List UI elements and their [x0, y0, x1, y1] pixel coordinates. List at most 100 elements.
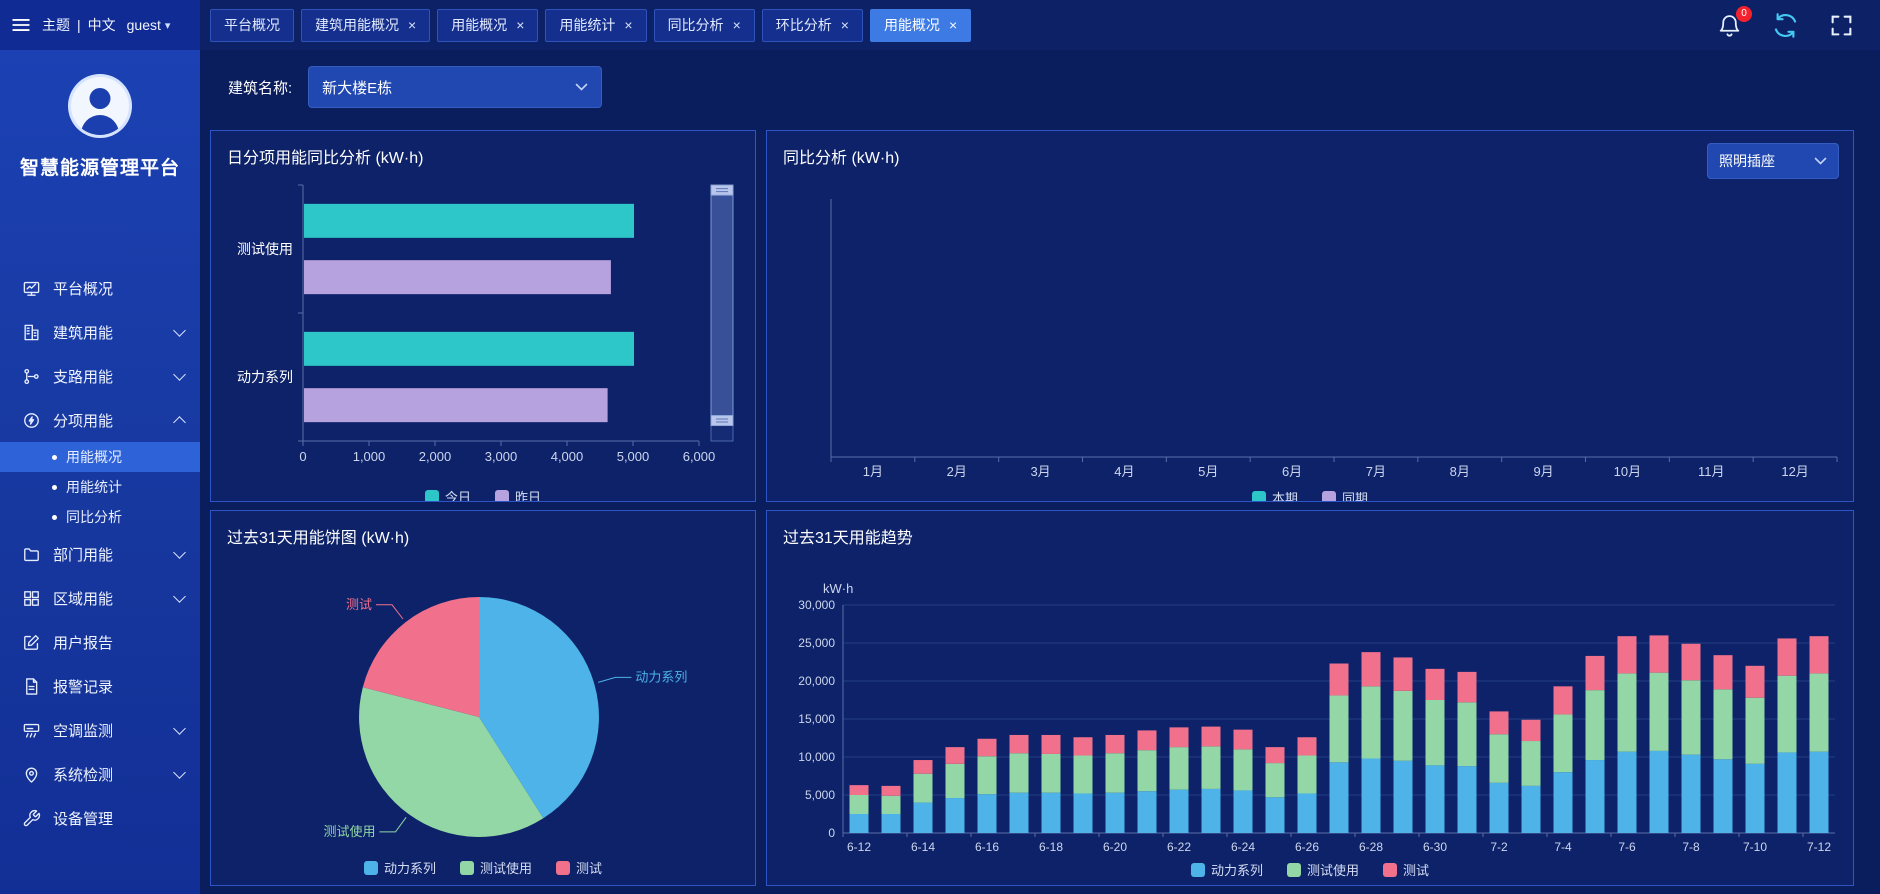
dashboard-grid: 日分项用能同比分析 (kW·h) 01,0002,0003,0004,0005,… [210, 130, 1854, 886]
svg-text:7-6: 7-6 [1618, 840, 1636, 854]
stack-segment-动力系列 [1042, 793, 1061, 833]
sidebar-item-system-detection[interactable]: 系统检测 [0, 752, 200, 796]
tab-label: 平台概况 [224, 15, 280, 35]
sidebar-item-label: 建筑用能 [53, 322, 163, 343]
bullet-icon [52, 455, 57, 460]
department-icon [22, 545, 41, 564]
legend-item[interactable]: 昨日 [495, 487, 541, 502]
stack-segment-测试 [1330, 664, 1349, 696]
svg-text:动力系列: 动力系列 [635, 669, 687, 684]
tab-close-icon[interactable]: × [733, 18, 741, 32]
stack-segment-测试使用 [1138, 750, 1157, 791]
sidebar-item-user-report[interactable]: 用户报告 [0, 620, 200, 664]
pie-svg: 动力系列测试使用测试 [211, 511, 755, 885]
legend-item[interactable]: 测试 [1383, 860, 1429, 879]
sidebar-item-department-energy[interactable]: 部门用能 [0, 532, 200, 576]
stack-segment-动力系列 [1522, 786, 1541, 833]
sidebar-item-label: 用户报告 [53, 632, 184, 653]
svg-text:7-2: 7-2 [1490, 840, 1508, 854]
svg-text:3月: 3月 [1030, 464, 1050, 479]
svg-text:动力系列: 动力系列 [237, 369, 293, 385]
category-select[interactable]: 照明插座 [1707, 143, 1839, 179]
svg-text:30,000: 30,000 [798, 598, 835, 612]
building-select[interactable]: 新大楼E栋 [308, 66, 602, 108]
theme-switch[interactable]: 主题 [42, 15, 70, 35]
legend-swatch [1287, 863, 1301, 877]
sidebar-item-label: 平台概况 [53, 278, 184, 299]
fullscreen-icon[interactable] [1829, 13, 1854, 38]
tab-building-energy-overview[interactable]: 建筑用能概况× [301, 9, 430, 42]
language-switch[interactable]: 中文 [88, 15, 116, 35]
stack-segment-测试 [1298, 737, 1317, 755]
username: guest [127, 17, 161, 33]
user-menu[interactable]: guest ▾ [127, 17, 171, 33]
stack-segment-测试 [1170, 727, 1189, 747]
building-icon [22, 323, 41, 342]
stack-segment-测试 [914, 760, 933, 774]
sidebar-item-label: 报警记录 [53, 676, 184, 697]
legend-item[interactable]: 测试使用 [460, 858, 532, 877]
refresh-icon[interactable] [1772, 12, 1799, 39]
stack-segment-测试 [1010, 735, 1029, 753]
chevron-down-icon [575, 83, 588, 92]
legend-item[interactable]: 动力系列 [1191, 860, 1263, 879]
legend-item[interactable]: 测试 [556, 858, 602, 877]
legend-item[interactable]: 测试使用 [1287, 860, 1359, 879]
sidebar-item-branch-energy[interactable]: 支路用能 [0, 354, 200, 398]
sidebar-item-alarm-records[interactable]: 报警记录 [0, 664, 200, 708]
legend-item[interactable]: 今日 [425, 487, 471, 502]
tab-yoy-analysis[interactable]: 同比分析 × [654, 9, 755, 42]
tab-platform-overview[interactable]: 平台概况 [210, 9, 294, 42]
sidebar: 主题 | 中文 guest ▾ 智慧能源管理平台 平台概况建筑用能支路用能分项用… [0, 0, 200, 894]
svg-text:15,000: 15,000 [798, 712, 835, 726]
svg-text:7-8: 7-8 [1682, 840, 1700, 854]
tab-label: 用能概况 [884, 15, 940, 35]
building-name-label: 建筑名称: [228, 77, 292, 98]
stack-segment-测试使用 [978, 756, 997, 794]
svg-text:10月: 10月 [1614, 464, 1641, 479]
legend-item[interactable]: 动力系列 [364, 858, 436, 877]
tab-energy-statistics[interactable]: 用能统计× [545, 9, 646, 42]
stack-segment-测试 [1266, 747, 1285, 763]
sidebar-item-building-energy[interactable]: 建筑用能 [0, 310, 200, 354]
tab-label: 用能概况 [451, 15, 507, 35]
sidebar-subitem-energy-overview[interactable]: 用能概况 [0, 442, 200, 472]
hamburger-menu-icon[interactable] [10, 14, 32, 36]
stack-segment-测试使用 [1458, 702, 1477, 766]
stack-segment-测试使用 [1618, 673, 1637, 751]
sidebar-item-subitem-energy[interactable]: 分项用能 [0, 398, 200, 442]
datazoom-slider[interactable] [711, 185, 733, 441]
datazoom-handle[interactable] [711, 416, 733, 426]
tab-energy-overview-2[interactable]: 用能概况 × [870, 9, 971, 42]
svg-text:5,000: 5,000 [617, 449, 650, 464]
notification-bell-icon[interactable]: 0 [1717, 13, 1742, 38]
sidebar-subitem-energy-statistics[interactable]: 用能统计 [0, 472, 200, 502]
tab-close-icon[interactable]: × [841, 18, 849, 32]
sidebar-subitem-yoy-analysis[interactable]: 同比分析 [0, 502, 200, 532]
legend-item[interactable]: 同期 [1322, 488, 1368, 502]
tab-mom-analysis[interactable]: 环比分析× [762, 9, 863, 42]
svg-text:6-30: 6-30 [1423, 840, 1447, 854]
svg-text:6-16: 6-16 [975, 840, 999, 854]
datazoom-handle[interactable] [711, 185, 733, 195]
tab-close-icon[interactable]: × [516, 18, 524, 32]
stack-segment-动力系列 [1650, 751, 1669, 833]
stack-segment-测试使用 [850, 795, 869, 814]
sidebar-item-platform-overview[interactable]: 平台概况 [0, 266, 200, 310]
tab-label: 同比分析 [668, 15, 724, 35]
bar-今日 [304, 204, 634, 238]
sidebar-item-region-energy[interactable]: 区域用能 [0, 576, 200, 620]
sidebar-item-device-management[interactable]: 设备管理 [0, 796, 200, 840]
pie-31days-chart: 动力系列测试使用测试 [211, 511, 755, 885]
sidebar-item-hvac-monitoring[interactable]: 空调监测 [0, 708, 200, 752]
stack-segment-测试 [1362, 652, 1381, 686]
report-icon [22, 633, 41, 652]
svg-text:kW·h: kW·h [823, 581, 853, 596]
sidebar-item-label: 空调监测 [53, 720, 163, 741]
legend-item[interactable]: 本期 [1252, 488, 1298, 502]
tab-close-icon[interactable]: × [949, 18, 957, 32]
tab-close-icon[interactable]: × [408, 18, 416, 32]
tab-close-icon[interactable]: × [624, 18, 632, 32]
stack-segment-测试 [1682, 644, 1701, 680]
tab-energy-overview-1[interactable]: 用能概况 × [437, 9, 538, 42]
